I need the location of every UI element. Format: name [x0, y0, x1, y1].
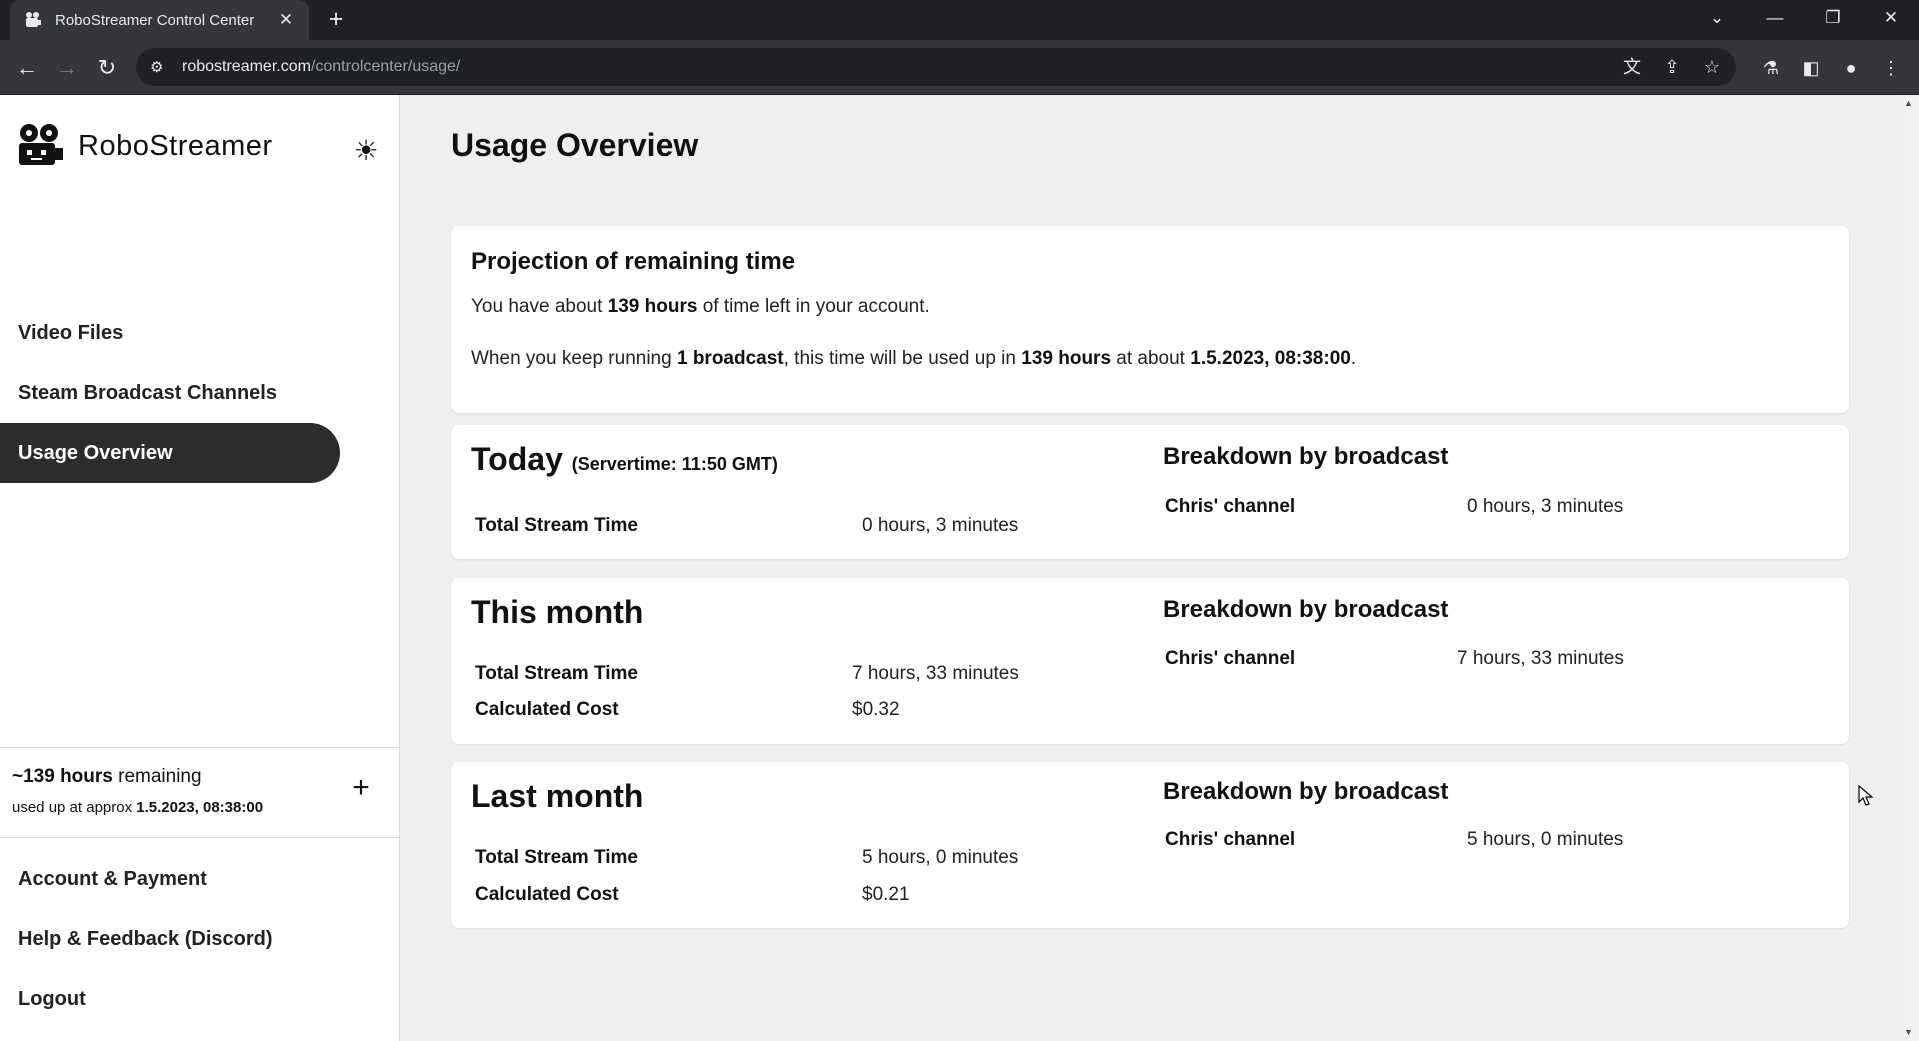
total-stream-time-label: Total Stream Time	[475, 847, 638, 868]
page-title: Usage Overview	[451, 127, 699, 163]
calculated-cost-label: Calculated Cost	[475, 699, 619, 720]
url-host: robostreamer.com	[182, 58, 311, 75]
this-month-heading: This month	[471, 594, 644, 630]
breakdown-title: Breakdown by broadcast	[1163, 778, 1449, 805]
sidebar-item-usage-overview[interactable]: Usage Overview	[0, 423, 340, 483]
tab-search-chevron-icon[interactable]: ⌄	[1694, 0, 1740, 36]
total-stream-time-value: 0 hours, 3 minutes	[862, 515, 1019, 536]
restore-button[interactable]: ❐	[1810, 0, 1856, 36]
breakdown-title: Breakdown by broadcast	[1163, 443, 1449, 470]
total-stream-time-label: Total Stream Time	[475, 663, 638, 684]
browser-toolbar: ← → ↻ ⚙ robostreamer.com/controlcenter/u…	[0, 40, 1919, 95]
sidebar-item-account-payment[interactable]: Account & Payment	[0, 849, 340, 909]
labs-flask-icon[interactable]: ⚗	[1756, 53, 1786, 83]
brand-name: RoboStreamer	[78, 129, 273, 162]
translate-icon[interactable]: 文	[1616, 51, 1648, 83]
reload-icon[interactable]: ↻	[92, 53, 122, 83]
projection-text: at about	[1111, 348, 1191, 369]
share-icon[interactable]: ⇪	[1656, 51, 1688, 83]
today-heading-text: Today	[471, 441, 563, 477]
close-tab-icon[interactable]: ✕	[275, 10, 297, 30]
projection-date: 1.5.2023, 08:38:00	[1190, 348, 1351, 369]
profile-icon[interactable]: ●	[1836, 53, 1866, 83]
sidebar-item-logout[interactable]: Logout	[0, 969, 340, 1029]
projection-text: , this time will be used up in	[783, 348, 1022, 369]
calculated-cost-value: $0.32	[852, 699, 900, 720]
calculated-cost-label: Calculated Cost	[475, 884, 619, 905]
tab-title: RoboStreamer Control Center	[55, 11, 255, 29]
projection-hours: 139 hours	[607, 296, 698, 317]
projection-hours: 139 hours	[1021, 348, 1112, 369]
page-scrollbar[interactable]: ▲ ▼	[1898, 95, 1919, 1041]
projection-text: You have about	[471, 296, 608, 317]
side-panel-icon[interactable]: ◧	[1796, 53, 1826, 83]
breakdown-channel-value: 0 hours, 3 minutes	[1467, 496, 1624, 517]
projection-text: When you keep running	[471, 348, 677, 369]
scrollbar-thumb[interactable]	[1902, 114, 1915, 1019]
total-stream-time-value: 5 hours, 0 minutes	[862, 847, 1019, 868]
projection-broadcast-count: 1 broadcast	[676, 348, 784, 369]
today-card: Today (Servertime: 11:50 GMT) Total Stre…	[451, 425, 1849, 559]
robot-logo-icon	[19, 124, 63, 165]
sidebar-item-help-feedback[interactable]: Help & Feedback (Discord)	[0, 909, 340, 969]
breakdown-channel-value: 7 hours, 33 minutes	[1457, 648, 1624, 669]
scroll-up-arrow-icon[interactable]: ▲	[1898, 95, 1919, 112]
last-month-heading: Last month	[471, 778, 644, 814]
remaining-suffix: remaining	[112, 766, 202, 787]
browser-tab-bar: RoboStreamer Control Center ✕ + ⌄ — ❐ ✕	[0, 0, 1919, 40]
projection-heading: Projection of remaining time	[471, 248, 796, 275]
back-arrow-icon[interactable]: ←	[12, 53, 42, 83]
breakdown-channel-name: Chris' channel	[1165, 829, 1296, 850]
robot-favicon-icon	[24, 11, 42, 29]
used-up-prefix: used up at approx	[12, 799, 137, 816]
remaining-time-panel: ~139 hours remaining used up at approx 1…	[0, 747, 399, 838]
address-bar[interactable]: ⚙ robostreamer.com/controlcenter/usage/ …	[136, 48, 1736, 86]
projection-text: of time left in your account.	[697, 296, 930, 317]
used-up-date-value: 1.5.2023, 08:38:00	[136, 799, 264, 816]
today-heading: Today (Servertime: 11:50 GMT)	[471, 441, 778, 478]
scroll-down-arrow-icon[interactable]: ▼	[1898, 1024, 1919, 1041]
bookmark-star-icon[interactable]: ☆	[1696, 51, 1728, 83]
this-month-card: This month Total Stream Time 7 hours, 33…	[451, 578, 1849, 744]
remaining-hours: ~139 hours remaining	[12, 766, 202, 788]
close-window-button[interactable]: ✕	[1868, 0, 1914, 36]
projection-card: Projection of remaining time You have ab…	[451, 226, 1849, 413]
total-stream-time-label: Total Stream Time	[475, 515, 638, 536]
add-time-plus-icon[interactable]: +	[346, 773, 376, 804]
mouse-cursor-icon	[1858, 785, 1874, 806]
breakdown-channel-name: Chris' channel	[1165, 648, 1296, 669]
sidebar-item-steam-broadcast-channels[interactable]: Steam Broadcast Channels	[0, 363, 340, 423]
projection-line-2: When you keep running 1 broadcast, this …	[471, 348, 1356, 370]
browser-tab[interactable]: RoboStreamer Control Center ✕	[10, 0, 309, 40]
site-info-icon[interactable]: ⚙	[150, 58, 170, 76]
calculated-cost-value: $0.21	[862, 884, 910, 905]
last-month-card: Last month Total Stream Time 5 hours, 0 …	[451, 762, 1849, 928]
breakdown-channel-name: Chris' channel	[1165, 496, 1296, 517]
new-tab-button[interactable]: +	[320, 6, 352, 34]
sun-theme-toggle-icon[interactable]: ☀	[348, 133, 384, 169]
sidebar-item-video-files[interactable]: Video Files	[0, 303, 340, 363]
projection-text: .	[1350, 348, 1357, 369]
forward-arrow-icon[interactable]: →	[52, 53, 82, 83]
sidebar-nav: Video Files Steam Broadcast Channels Usa…	[0, 303, 340, 483]
projection-line-1: You have about 139 hours of time left in…	[471, 296, 930, 318]
brand[interactable]: RoboStreamer	[16, 123, 273, 169]
main-content: Usage Overview Projection of remaining t…	[401, 95, 1898, 1041]
remaining-hours-value: ~139 hours	[12, 766, 113, 787]
breakdown-channel-value: 5 hours, 0 minutes	[1467, 829, 1624, 850]
menu-kebab-icon[interactable]: ⋮	[1876, 53, 1906, 83]
sidebar: RoboStreamer ☀ Video Files Steam Broadca…	[0, 95, 400, 1041]
servertime: (Servertime: 11:50 GMT)	[571, 454, 778, 474]
total-stream-time-value: 7 hours, 33 minutes	[852, 663, 1019, 684]
url-text: robostreamer.com/controlcenter/usage/	[182, 58, 460, 76]
url-path: /controlcenter/usage/	[310, 58, 461, 75]
breakdown-title: Breakdown by broadcast	[1163, 596, 1449, 623]
used-up-date: used up at approx 1.5.2023, 08:38:00	[12, 799, 263, 816]
sidebar-bottom-nav: Account & Payment Help & Feedback (Disco…	[0, 849, 340, 1029]
minimize-button[interactable]: —	[1752, 0, 1798, 36]
